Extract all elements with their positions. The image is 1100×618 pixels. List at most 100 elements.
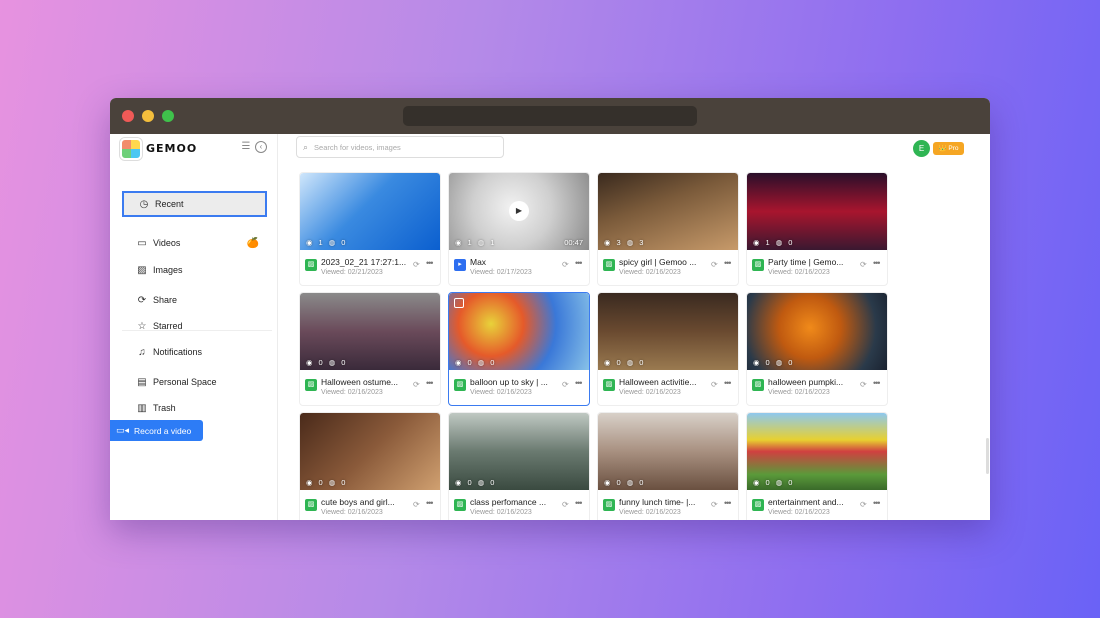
file-title[interactable]: funny lunch time- |... xyxy=(619,497,705,507)
file-thumbnail[interactable]: ▶ 00:47 ◉ 1 ◍ 1 xyxy=(449,173,589,250)
pro-badge[interactable]: 👑 Pro xyxy=(933,142,964,155)
views-icon: ◉ xyxy=(455,238,462,247)
gemoo-logo-icon xyxy=(120,138,142,160)
comments-icon: ◍ xyxy=(328,358,336,367)
collapse-sidebar-icon[interactable]: ‹ xyxy=(255,141,267,153)
share-icon[interactable]: ⟳ xyxy=(860,380,867,389)
file-stats: ◉ 3 ◍ 3 xyxy=(604,238,643,247)
share-icon[interactable]: ⟳ xyxy=(711,380,718,389)
search-placeholder: Search for videos, images xyxy=(314,142,401,152)
sidebar-item-starred[interactable]: ☆ Starred xyxy=(122,313,267,339)
file-thumbnail[interactable]: ◉ 0 ◍ 0 xyxy=(449,413,589,490)
sidebar-item-personal-space[interactable]: ▤ Personal Space xyxy=(122,369,267,395)
file-title[interactable]: halloween pumpki... xyxy=(768,377,854,387)
more-options-icon[interactable]: ••• xyxy=(575,258,583,268)
file-thumbnail[interactable]: ◉ 0 ◍ 0 xyxy=(300,293,440,370)
sidebar-item-notifications[interactable]: ♫ Notifications xyxy=(122,339,267,365)
sidebar-item-badge: 🍊 xyxy=(246,237,259,249)
file-title[interactable]: class perfomance ... xyxy=(470,497,556,507)
file-title[interactable]: Halloween ostume... xyxy=(321,377,407,387)
more-options-icon[interactable]: ••• xyxy=(426,378,434,388)
file-thumbnail[interactable]: ◉ 0 ◍ 0 xyxy=(747,293,887,370)
comments-count: 0 xyxy=(341,358,346,367)
sidebar-item-recent[interactable]: ◷ Recent xyxy=(122,191,267,217)
share-icon[interactable]: ⟳ xyxy=(860,260,867,269)
avatar[interactable]: E xyxy=(913,140,930,157)
file-card[interactable]: ◉ 0 ◍ 0 ▨ halloween pumpki... Viewed: 02/16/20… xyxy=(746,292,888,406)
file-title[interactable]: spicy girl | Gemoo ... xyxy=(619,257,705,267)
file-thumbnail[interactable]: ◉ 0 ◍ 0 xyxy=(300,413,440,490)
more-options-icon[interactable]: ••• xyxy=(575,498,583,508)
file-title[interactable]: entertainment and... xyxy=(768,497,854,507)
menu-icon[interactable]: ☰ xyxy=(240,141,252,153)
file-thumbnail[interactable]: ◉ 3 ◍ 3 xyxy=(598,173,738,250)
sidebar-item-share[interactable]: ⟳ Share xyxy=(122,287,267,313)
address-bar[interactable] xyxy=(403,106,697,126)
more-options-icon[interactable]: ••• xyxy=(575,378,583,388)
file-thumbnail[interactable]: ◉ 0 ◍ 0 xyxy=(449,293,589,370)
comments-icon: ◍ xyxy=(775,238,783,247)
share-icon[interactable]: ⟳ xyxy=(711,260,718,269)
views-icon: ◉ xyxy=(306,478,313,487)
file-card[interactable]: ◉ 1 ◍ 0 ▨ 2023_02_21 17:27:1... Viewed: 02/21/… xyxy=(299,172,441,286)
file-card[interactable]: ◉ 0 ◍ 0 ▨ Halloween ostume... Viewed: 02/16/20… xyxy=(299,292,441,406)
more-options-icon[interactable]: ••• xyxy=(724,378,732,388)
file-thumbnail[interactable]: ◉ 0 ◍ 0 xyxy=(747,413,887,490)
bell-icon: ♫ xyxy=(138,346,146,358)
file-thumbnail[interactable]: ◉ 1 ◍ 0 xyxy=(300,173,440,250)
folder-icon: ▤ xyxy=(137,376,147,388)
select-checkbox[interactable] xyxy=(454,298,464,308)
file-title[interactable]: 2023_02_21 17:27:1... xyxy=(321,257,407,267)
sidebar-item-label: Recent xyxy=(155,199,184,209)
views-icon: ◉ xyxy=(753,358,760,367)
file-card[interactable]: ◉ 0 ◍ 0 ▨ class perfomance ... Viewed: 02/16/2… xyxy=(448,412,590,520)
more-options-icon[interactable]: ••• xyxy=(873,498,881,508)
search-input[interactable]: ⌕ Search for videos, images xyxy=(296,136,504,158)
share-icon[interactable]: ⟳ xyxy=(562,380,569,389)
close-window-button[interactable] xyxy=(122,110,134,122)
file-thumbnail[interactable]: ◉ 1 ◍ 0 xyxy=(747,173,887,250)
share-icon[interactable]: ⟳ xyxy=(711,500,718,509)
file-viewed-date: Viewed: 02/16/2023 xyxy=(619,389,681,396)
file-title[interactable]: balloon up to sky | ... xyxy=(470,377,556,387)
share-icon[interactable]: ⟳ xyxy=(413,380,420,389)
minimize-window-button[interactable] xyxy=(142,110,154,122)
more-options-icon[interactable]: ••• xyxy=(873,378,881,388)
sidebar-item-images[interactable]: ▨ Images xyxy=(122,257,267,283)
file-thumbnail[interactable]: ◉ 0 ◍ 0 xyxy=(598,293,738,370)
file-card[interactable]: ▶ 00:47 ◉ 1 ◍ 1 ▸ Max Viewed: 02/17/2023 ⟳ ••• xyxy=(448,172,590,286)
image-file-icon: ▨ xyxy=(752,379,764,391)
file-viewed-date: Viewed: 02/16/2023 xyxy=(768,509,830,516)
file-card[interactable]: ◉ 0 ◍ 0 ▨ funny lunch time- |... Viewed: 02/16… xyxy=(597,412,739,520)
scrollbar[interactable] xyxy=(986,438,989,474)
image-file-icon: ▨ xyxy=(752,259,764,271)
file-card[interactable]: ◉ 3 ◍ 3 ▨ spicy girl | Gemoo ... Viewed: 02/16… xyxy=(597,172,739,286)
file-card[interactable]: ◉ 0 ◍ 0 ▨ entertainment and... Viewed: 02/16/2… xyxy=(746,412,888,520)
file-card[interactable]: ◉ 1 ◍ 0 ▨ Party time | Gemo... Viewed: 02/16/2… xyxy=(746,172,888,286)
share-icon[interactable]: ⟳ xyxy=(562,260,569,269)
sidebar-item-trash[interactable]: ▥ Trash xyxy=(122,395,267,421)
file-thumbnail[interactable]: ◉ 0 ◍ 0 xyxy=(598,413,738,490)
more-options-icon[interactable]: ••• xyxy=(426,258,434,268)
play-icon[interactable]: ▶ xyxy=(509,201,529,221)
share-icon[interactable]: ⟳ xyxy=(413,260,420,269)
file-card[interactable]: ◉ 0 ◍ 0 ▨ Halloween activitie... Viewed: 02/16… xyxy=(597,292,739,406)
more-options-icon[interactable]: ••• xyxy=(724,258,732,268)
file-title[interactable]: Halloween activitie... xyxy=(619,377,705,387)
share-icon[interactable]: ⟳ xyxy=(562,500,569,509)
file-title[interactable]: cute boys and girl... xyxy=(321,497,407,507)
file-card[interactable]: ◉ 0 ◍ 0 ▨ balloon up to sky | ... Viewed: 02/1… xyxy=(448,292,590,406)
share-icon[interactable]: ⟳ xyxy=(413,500,420,509)
more-options-icon[interactable]: ••• xyxy=(873,258,881,268)
share-icon[interactable]: ⟳ xyxy=(860,500,867,509)
maximize-window-button[interactable] xyxy=(162,110,174,122)
more-options-icon[interactable]: ••• xyxy=(426,498,434,508)
more-options-icon[interactable]: ••• xyxy=(724,498,732,508)
brand-name: GEMOO xyxy=(146,142,198,155)
file-title[interactable]: Max xyxy=(470,257,556,267)
file-title[interactable]: Party time | Gemo... xyxy=(768,257,854,267)
file-card[interactable]: ◉ 0 ◍ 0 ▨ cute boys and girl... Viewed: 02/16/… xyxy=(299,412,441,520)
file-viewed-date: Viewed: 02/16/2023 xyxy=(619,269,681,276)
record-video-button[interactable]: ▭◂ Record a video xyxy=(110,420,203,441)
sidebar-item-videos[interactable]: ▭ Videos 🍊 xyxy=(122,230,267,256)
